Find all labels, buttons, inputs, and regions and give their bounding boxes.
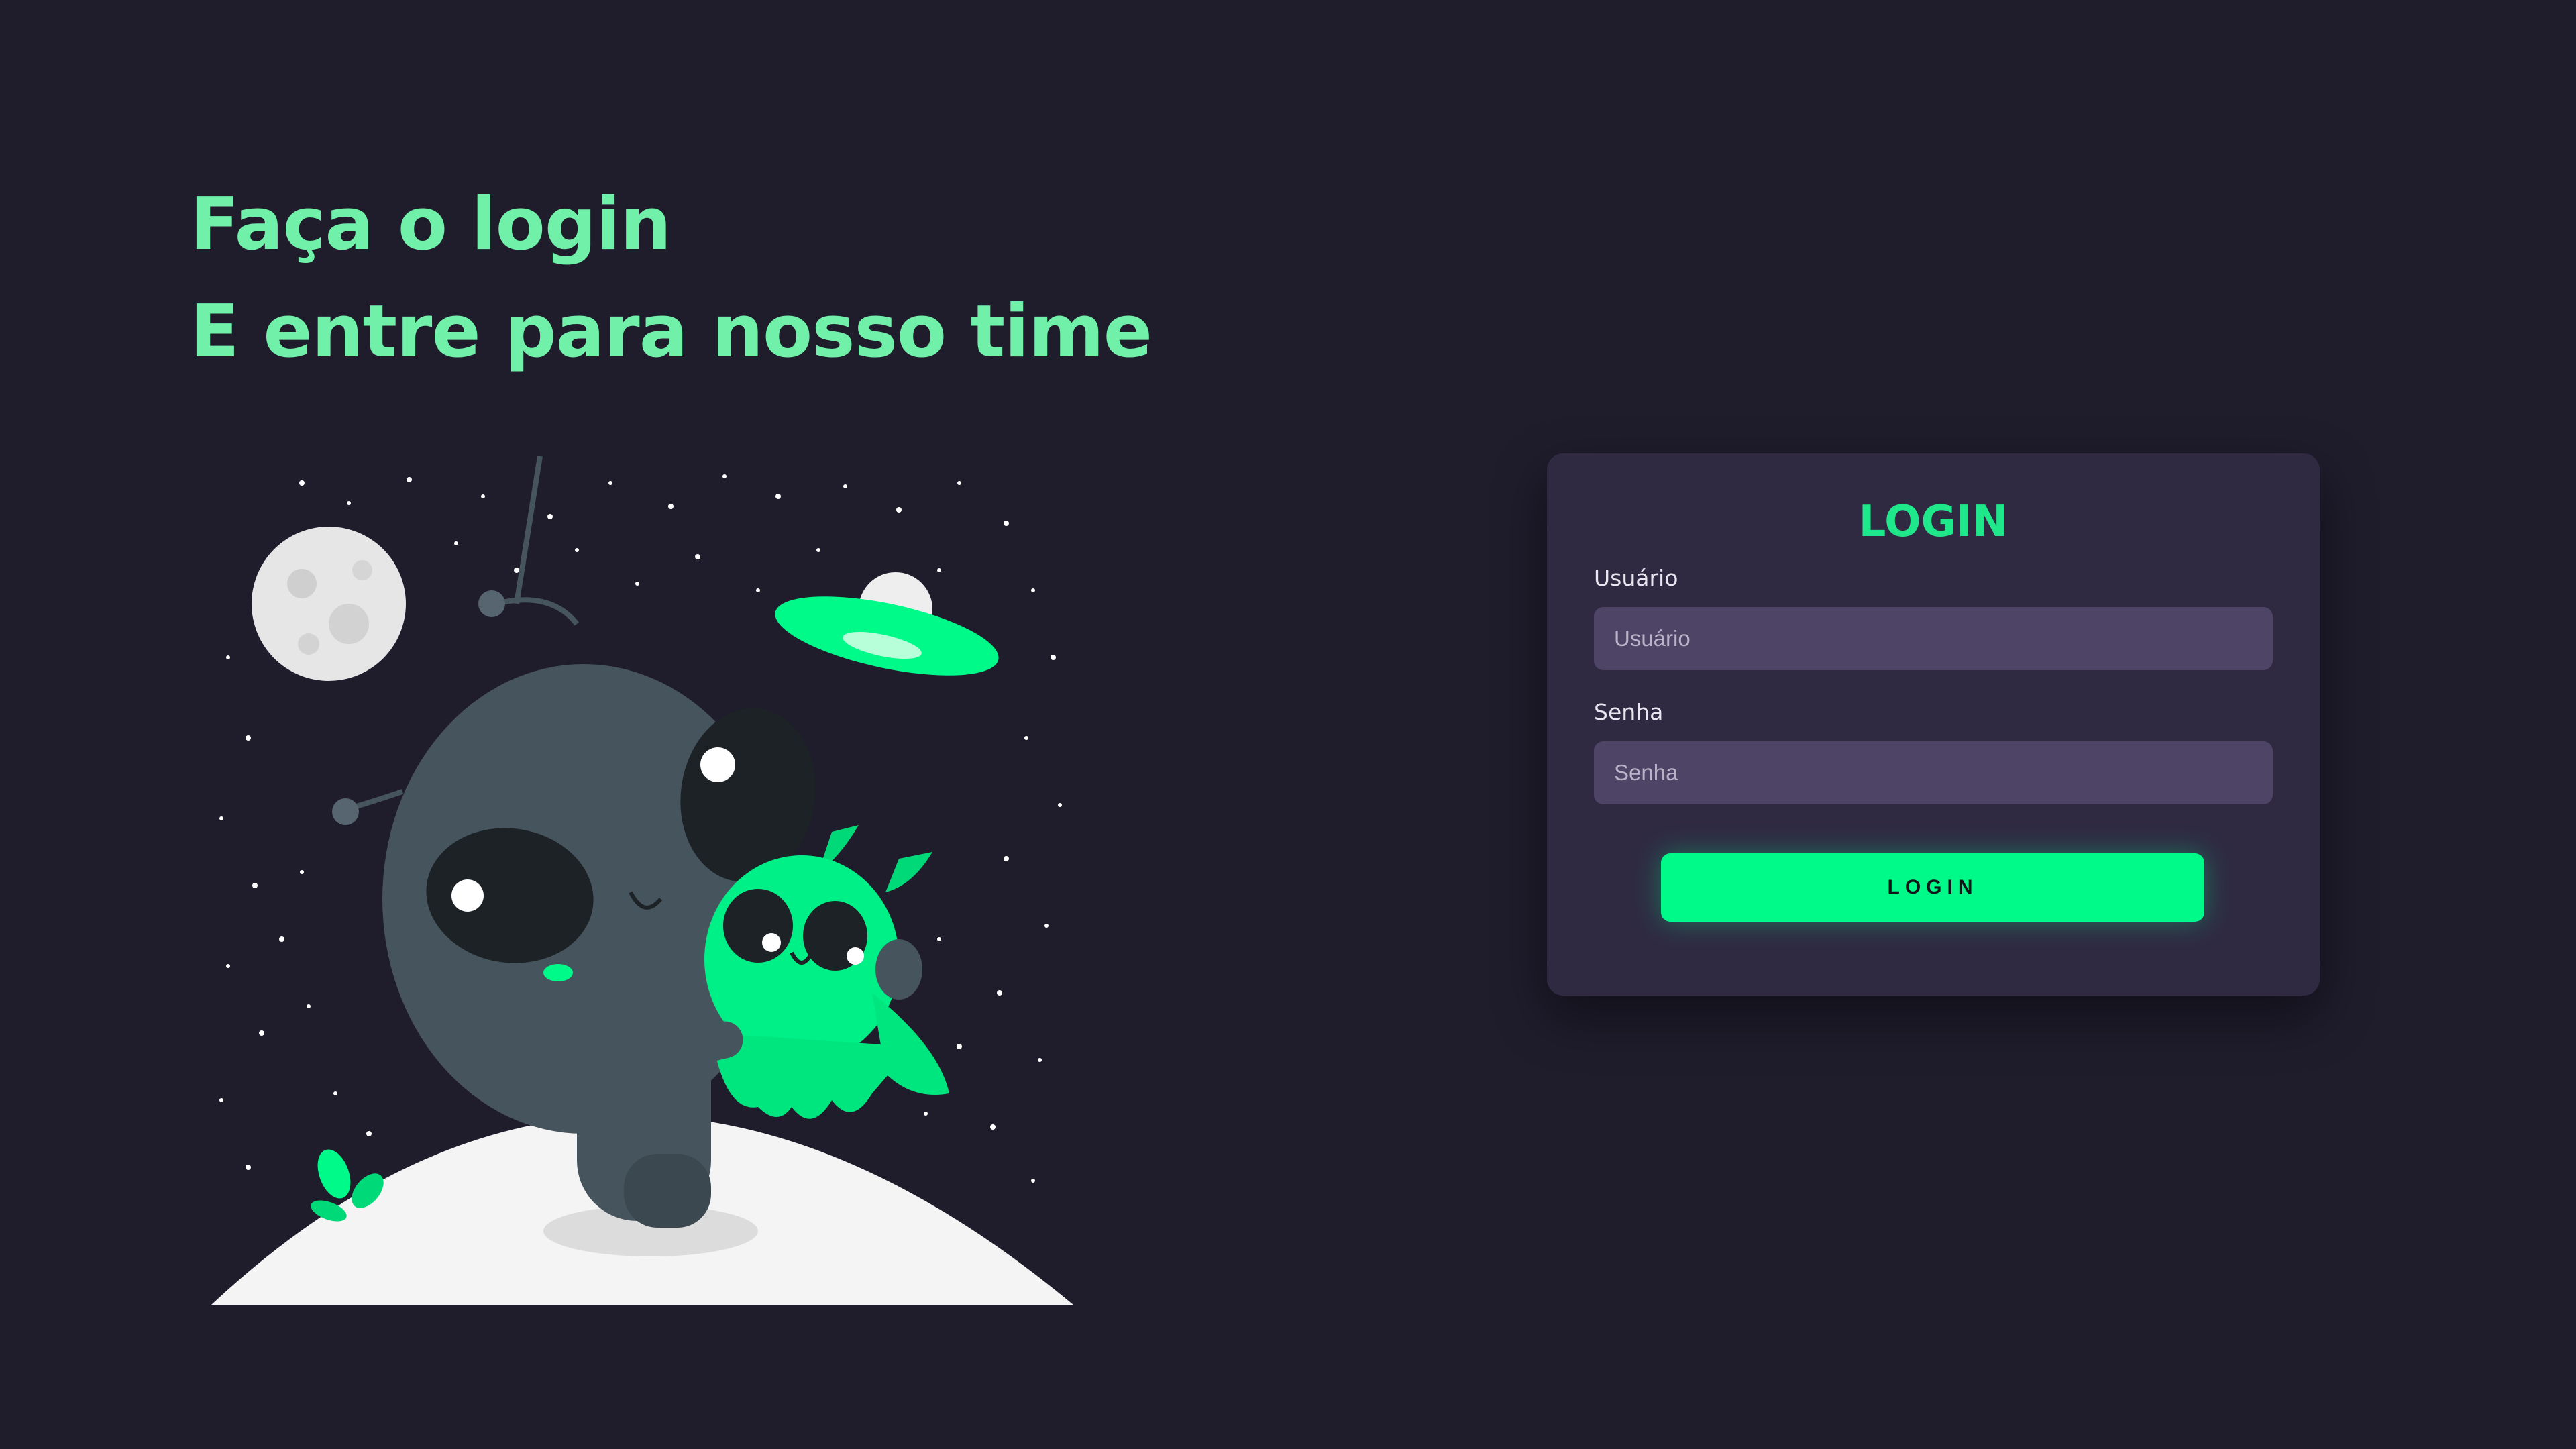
alien-hugging-icon: [211, 456, 1073, 1305]
login-card: LOGIN Usuário Senha LOGIN: [1547, 453, 2320, 996]
login-title: LOGIN: [1858, 497, 2008, 547]
username-label: Usuário: [1594, 565, 1678, 591]
ufo: [775, 572, 999, 676]
headline-line-2: E entre para nosso time: [190, 290, 1152, 374]
moon: [252, 527, 406, 681]
alien-illustration: [201, 456, 1087, 1308]
headline: Faça o login E entre para nosso time: [190, 171, 1152, 386]
login-button[interactable]: LOGIN: [1661, 853, 2204, 922]
password-input[interactable]: [1594, 741, 2273, 804]
password-label: Senha: [1594, 699, 1664, 725]
big-alien: [332, 456, 816, 1228]
headline-line-1: Faça o login: [190, 182, 672, 266]
username-input[interactable]: [1594, 607, 2273, 670]
